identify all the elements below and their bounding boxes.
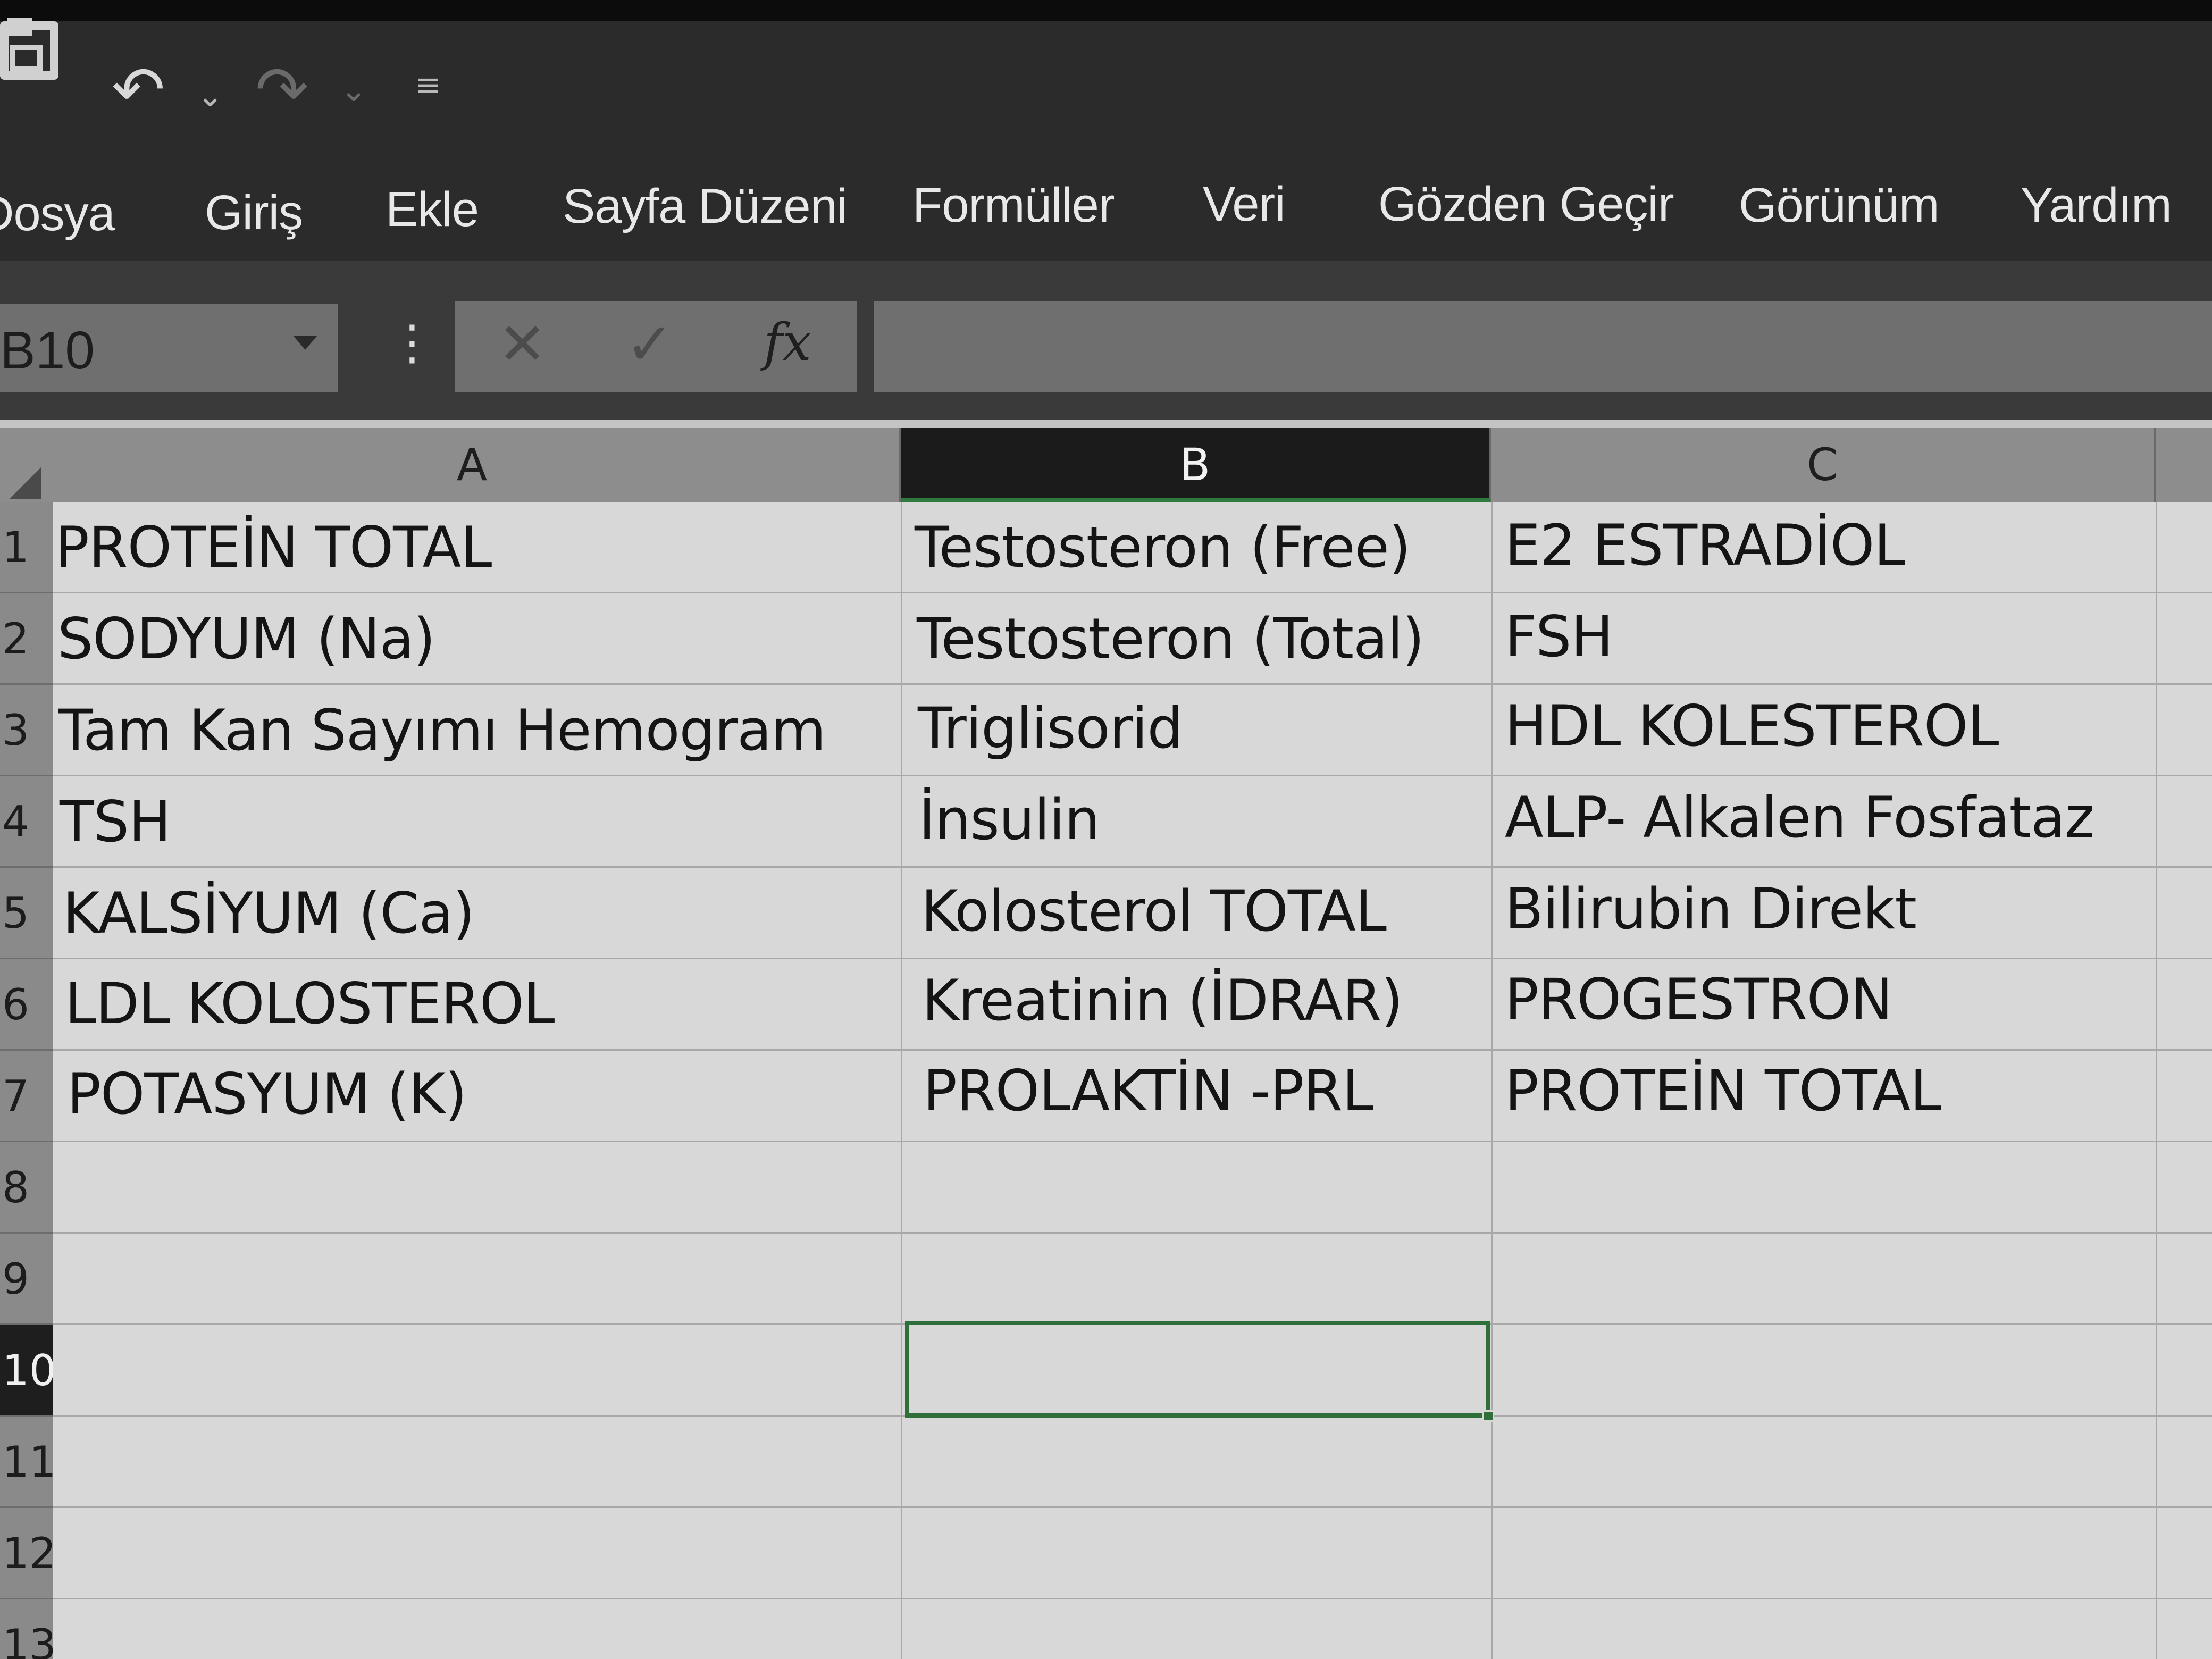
select-all-button[interactable]	[0, 428, 45, 502]
redo-icon[interactable]: ↷	[255, 58, 309, 122]
tab-formuller[interactable]: Formüller	[912, 178, 1115, 233]
undo-icon[interactable]: ↶	[112, 58, 165, 122]
gridline	[53, 1598, 2212, 1599]
gridline	[53, 1506, 2212, 1508]
row-header-10[interactable]: 10	[0, 1325, 56, 1417]
row-header-12[interactable]: 12	[0, 1508, 56, 1599]
column-header-b[interactable]: B	[901, 428, 1491, 502]
column-header-a[interactable]: A	[45, 428, 901, 502]
cell-c7[interactable]: PROTEİN TOTAL	[1505, 1045, 1941, 1137]
row-header-7[interactable]: 7	[0, 1051, 53, 1142]
tab-veri[interactable]: Veri	[1203, 177, 1286, 232]
row-header-13[interactable]: 13	[0, 1599, 56, 1659]
column-headers: A B C	[0, 428, 2212, 502]
quick-access-toolbar: ↶ ⌄ ↷ ⌄ ≡	[0, 21, 2212, 154]
customize-qat-icon[interactable]: ≡	[415, 69, 441, 101]
cell-c5[interactable]: Bilirubin Direkt	[1505, 864, 1917, 955]
monitor-bezel	[0, 0, 2212, 21]
cell-c6[interactable]: PROGESTRON	[1505, 954, 1893, 1045]
tab-dosya[interactable]: Dosya	[0, 186, 115, 242]
gridline	[53, 1232, 2212, 1234]
name-box-dropdown-icon[interactable]	[294, 336, 317, 350]
tab-gozden-gecir[interactable]: Gözden Geçir	[1378, 177, 1674, 232]
row-header-1[interactable]: 1	[0, 502, 53, 593]
name-box[interactable]: B10	[0, 304, 338, 392]
cell-b4[interactable]: İnsulin	[919, 774, 1100, 866]
undo-dropdown-icon[interactable]: ⌄	[197, 80, 223, 112]
tab-yardim[interactable]: Yardım	[2021, 178, 2172, 233]
formula-input[interactable]	[874, 301, 2212, 392]
gridline	[53, 1141, 2212, 1142]
row-header-8[interactable]: 8	[0, 1142, 53, 1234]
cell-a1[interactable]: PROTEİN TOTAL	[55, 502, 492, 593]
formula-bar: B10 ⋮ ✕ ✓ fx	[0, 261, 2212, 420]
row-header-4[interactable]: 4	[0, 776, 53, 868]
row-header-11[interactable]: 11	[0, 1417, 56, 1508]
cell-a3[interactable]: Tam Kan Sayımı Hemogram	[58, 685, 826, 776]
cell-b5[interactable]: Kolosterol TOTAL	[921, 866, 1387, 957]
gridline	[901, 502, 902, 1659]
cell-b1[interactable]: Testosteron (Free)	[915, 502, 1411, 593]
column-header-c[interactable]: C	[1491, 428, 2156, 502]
row-header-6[interactable]: 6	[0, 959, 53, 1051]
tab-gorunum[interactable]: Görünüm	[1739, 178, 1939, 233]
cell-b7[interactable]: PROLAKTİN -PRL	[923, 1045, 1373, 1137]
tab-giris[interactable]: Giriş	[205, 185, 303, 241]
row-header-3[interactable]: 3	[0, 685, 53, 776]
cell-b2[interactable]: Testosteron (Total)	[917, 593, 1425, 685]
cell-c3[interactable]: HDL KOLESTEROL	[1505, 681, 1999, 772]
cell-b6[interactable]: Kreatinin (İDRAR)	[922, 955, 1403, 1046]
gridline	[2156, 502, 2157, 1659]
cancel-icon[interactable]: ✕	[498, 315, 547, 373]
row-header-2[interactable]: 2	[0, 593, 53, 685]
row-header-5[interactable]: 5	[0, 868, 53, 959]
active-cell-b10[interactable]	[905, 1321, 1494, 1422]
save-icon[interactable]	[0, 21, 58, 80]
ribbon-tabs: Dosya Giriş Ekle Sayfa Düzeni Formüller …	[0, 154, 2212, 261]
cell-a7[interactable]: POTASYUM (K)	[67, 1049, 467, 1140]
tab-sayfa-duzeni[interactable]: Sayfa Düzeni	[563, 179, 848, 234]
worksheet-grid: A B C 1 2 3 4 5 6 7 8 9 10 11 12 13 PROT…	[0, 420, 2212, 1659]
cell-a6[interactable]: LDL KOLOSTEROL	[65, 958, 555, 1050]
cell-b3[interactable]: Triglisorid	[918, 683, 1183, 774]
cell-a5[interactable]: KALSİYUM (Ca)	[63, 868, 475, 959]
formula-buttons: ✕ ✓ fx	[455, 301, 857, 392]
excel-window: ↶ ⌄ ↷ ⌄ ≡ Dosya Giriş Ekle Sayfa Düzeni …	[0, 0, 2212, 1659]
cell-a4[interactable]: TSH	[60, 776, 171, 868]
name-box-value: B10	[0, 321, 95, 380]
gridline	[1491, 502, 1493, 1659]
row-header-9[interactable]: 9	[0, 1234, 53, 1325]
tab-ekle[interactable]: Ekle	[386, 182, 479, 238]
cell-c2[interactable]: FSH	[1505, 591, 1613, 683]
cell-area[interactable]: PROTEİN TOTAL Testosteron (Free) E2 ESTR…	[53, 502, 2212, 1659]
fill-handle[interactable]	[1482, 1410, 1494, 1422]
insert-function-icon[interactable]: fx	[764, 317, 811, 368]
cell-a2[interactable]: SODYUM (Na)	[57, 593, 435, 685]
cell-c4[interactable]: ALP- Alkalen Fosfataz	[1505, 772, 2094, 864]
more-options-icon[interactable]: ⋮	[388, 319, 436, 367]
redo-dropdown-icon[interactable]: ⌄	[340, 74, 367, 106]
enter-icon[interactable]: ✓	[625, 315, 674, 373]
cell-c1[interactable]: E2 ESTRADİOL	[1505, 500, 1905, 591]
row-headers: 1 2 3 4 5 6 7 8 9 10 11 12 13	[0, 502, 56, 1659]
